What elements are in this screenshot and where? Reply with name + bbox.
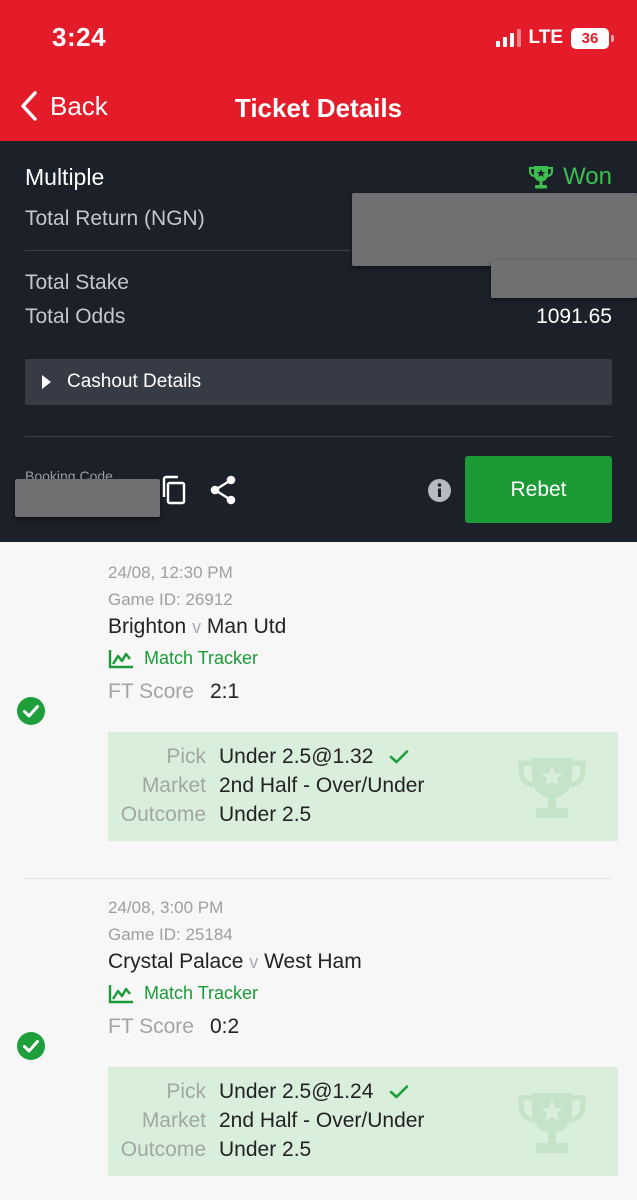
battery-level: 36	[581, 29, 599, 47]
market-label: Market	[141, 774, 206, 797]
ft-score-value: 0:2	[210, 1015, 240, 1038]
pick-value: Under 2.5@1.32	[219, 745, 409, 769]
vs-label: v	[249, 952, 259, 972]
cashout-details-toggle[interactable]: Cashout Details	[25, 359, 612, 405]
home-team: Crystal Palace	[108, 950, 244, 973]
market-label: Market	[141, 1109, 206, 1132]
away-team: West Ham	[264, 950, 362, 973]
game-id: Game ID: 26912	[108, 590, 233, 609]
pick-label: Pick	[166, 745, 206, 768]
pick-row: Pick Under 2.5@1.24	[108, 1080, 618, 1109]
outcome-label: Outcome	[120, 803, 206, 826]
header-bar: 3:24 LTE 36 Back Ticket Details	[0, 0, 637, 141]
match-date: 24/08, 12:30 PM	[108, 563, 233, 582]
outcome-value: Under 2.5	[219, 803, 312, 826]
match-tracker-link[interactable]: Match Tracker	[108, 983, 258, 1004]
outcome-row: Outcome Under 2.5	[108, 803, 618, 832]
pick-details: Pick Under 2.5@1.24 Market 2nd Half - Ov…	[108, 1067, 618, 1176]
won-badge: Won	[527, 163, 612, 191]
match-tracker-link[interactable]: Match Tracker	[108, 648, 258, 669]
home-team: Brighton	[108, 615, 187, 638]
info-icon[interactable]	[428, 479, 451, 502]
copy-icon[interactable]	[160, 475, 187, 506]
chart-line-icon	[108, 984, 133, 1003]
ticket-summary: Multiple Won Total Return (NGN) Total St…	[0, 141, 637, 542]
cashout-label: Cashout Details	[67, 371, 202, 392]
match-tracker-label: Match Tracker	[144, 983, 259, 1003]
share-icon[interactable]	[208, 474, 238, 506]
total-stake-label: Total Stake	[25, 271, 129, 294]
total-odds-value: 1091.65	[536, 305, 612, 328]
total-return-label: Total Return (NGN)	[25, 207, 205, 230]
redacted-total-stake	[491, 260, 637, 298]
checkmark-icon	[389, 750, 409, 764]
check-circle-icon	[17, 697, 45, 725]
status-indicators: LTE 36	[495, 27, 614, 49]
signal-icon	[495, 29, 521, 47]
pick-value: Under 2.5@1.24	[219, 1080, 409, 1104]
outcome-label: Outcome	[120, 1138, 206, 1161]
pick-row: Pick Under 2.5@1.32	[108, 745, 618, 774]
market-row: Market 2nd Half - Over/Under	[108, 1109, 618, 1138]
game-id: Game ID: 25184	[108, 925, 233, 944]
won-label: Won	[563, 163, 612, 190]
checkmark-icon	[389, 1085, 409, 1099]
pick-text: Under 2.5@1.32	[219, 745, 374, 768]
redacted-booking-code	[15, 479, 160, 517]
market-row: Market 2nd Half - Over/Under	[108, 774, 618, 803]
match-teams: Crystal Palace v West Ham	[108, 950, 362, 974]
pick-label: Pick	[166, 1080, 206, 1103]
match-date: 24/08, 3:00 PM	[108, 898, 224, 917]
ft-score-value: 2:1	[210, 680, 240, 703]
outcome-value: Under 2.5	[219, 1138, 312, 1161]
market-value: 2nd Half - Over/Under	[219, 774, 425, 797]
market-value: 2nd Half - Over/Under	[219, 1109, 425, 1132]
chart-line-icon	[108, 649, 133, 668]
caret-right-icon	[42, 375, 51, 389]
outcome-row: Outcome Under 2.5	[108, 1138, 618, 1167]
selection-item: 24/08, 12:30 PM Game ID: 26912 Brighton …	[0, 542, 637, 878]
pick-text: Under 2.5@1.24	[219, 1080, 374, 1103]
rebet-button[interactable]: Rebet	[465, 456, 612, 523]
redacted-total-return	[352, 193, 637, 266]
selection-item: 24/08, 3:00 PM Game ID: 25184 Crystal Pa…	[0, 877, 637, 1200]
match-teams: Brighton v Man Utd	[108, 615, 286, 639]
divider	[25, 436, 612, 437]
bet-type: Multiple	[25, 164, 105, 190]
pick-details: Pick Under 2.5@1.32 Market 2nd Half - Ov…	[108, 732, 618, 841]
battery-icon: 36	[571, 27, 614, 49]
match-tracker-label: Match Tracker	[144, 648, 259, 668]
status-time: 3:24	[52, 22, 107, 52]
trophy-icon	[528, 166, 554, 189]
ft-score-label: FT Score	[108, 680, 194, 703]
network-type: LTE	[528, 27, 563, 48]
ft-score-label: FT Score	[108, 1015, 194, 1038]
page-title: Ticket Details	[234, 93, 403, 123]
vs-label: v	[192, 617, 202, 637]
check-circle-icon	[17, 1032, 45, 1060]
total-odds-label: Total Odds	[25, 305, 126, 328]
divider	[25, 250, 350, 251]
away-team: Man Utd	[206, 615, 287, 638]
